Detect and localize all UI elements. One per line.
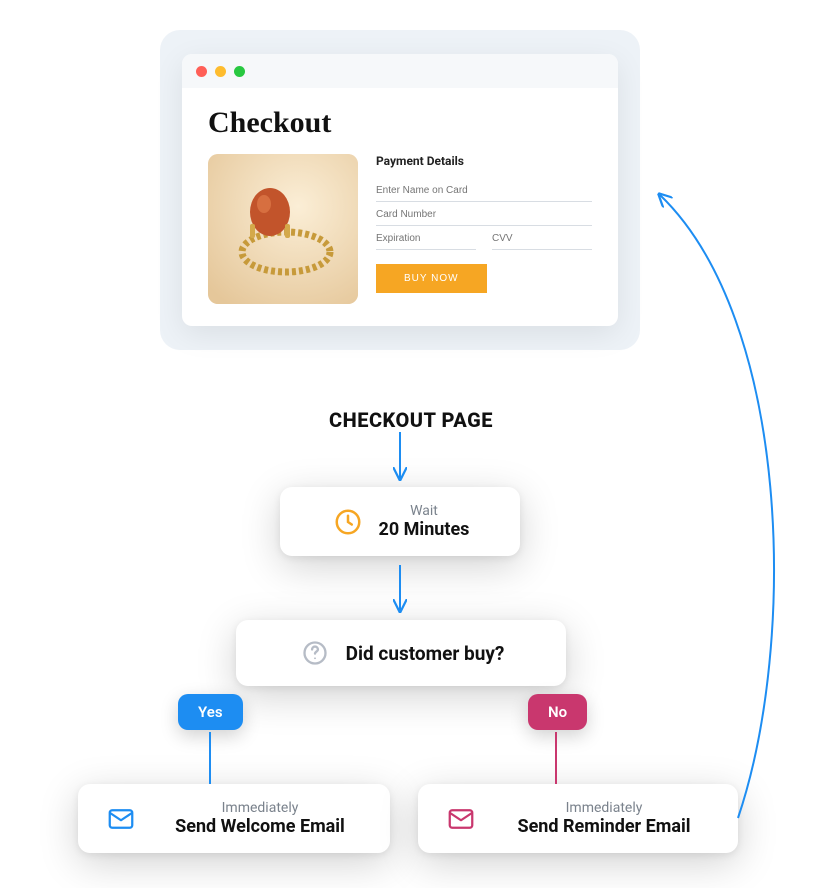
expiration-input[interactable] [376,226,476,250]
welcome-email-node: Immediately Send Welcome Email [78,784,390,853]
browser-frame: Checkout [182,54,618,326]
envelope-icon [104,802,138,836]
payment-heading: Payment Details [376,154,592,168]
wait-label: Wait [410,503,438,519]
yes-badge: Yes [178,694,243,730]
checkout-page-label: CHECKOUT PAGE [0,408,822,432]
no-badge: No [528,694,587,730]
payment-form: Payment Details BUY NOW [376,154,592,304]
card-number-input[interactable] [376,202,592,226]
welcome-action: Send Welcome Email [175,816,345,837]
checkout-window: Checkout [160,30,640,350]
wait-node: Wait 20 Minutes [280,487,520,556]
browser-titlebar [182,54,618,88]
decision-node: Did customer buy? [236,620,566,686]
decision-text: Did customer buy? [346,642,505,665]
window-zoom-dot [234,66,245,77]
window-minimize-dot [215,66,226,77]
question-icon [298,636,332,670]
reminder-timing: Immediately [566,800,643,816]
name-on-card-input[interactable] [376,178,592,202]
cvv-input[interactable] [492,226,592,250]
clock-icon [331,505,365,539]
window-close-dot [196,66,207,77]
checkout-title: Checkout [208,106,592,140]
reminder-email-node: Immediately Send Reminder Email [418,784,738,853]
buy-now-button[interactable]: BUY NOW [376,264,487,293]
welcome-timing: Immediately [222,800,299,816]
product-image [208,154,358,304]
reminder-action: Send Reminder Email [518,816,691,837]
wait-duration: 20 Minutes [379,519,470,540]
envelope-icon [444,802,478,836]
